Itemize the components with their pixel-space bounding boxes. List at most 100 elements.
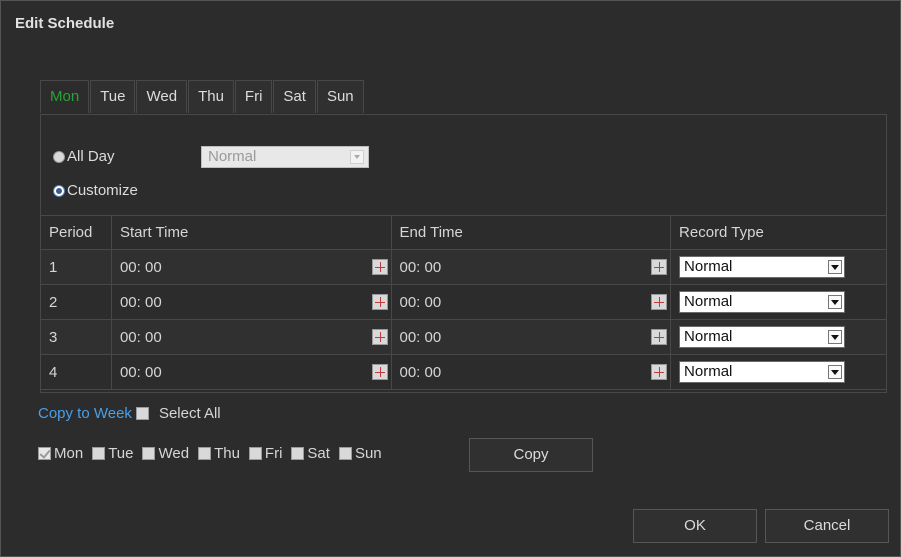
all-day-option[interactable]: All Day [53, 148, 115, 165]
end-time-input[interactable]: 00: 00 [400, 259, 442, 276]
checkbox-thu[interactable] [198, 447, 212, 460]
clock-icon[interactable] [371, 294, 388, 310]
record-type-select[interactable]: Normal [679, 256, 846, 278]
tab-thu[interactable]: Thu [188, 80, 234, 113]
checkbox-sun[interactable] [338, 447, 352, 460]
copy-day-thu[interactable]: Thu [198, 445, 240, 462]
table-header-row: Period Start Time End Time Record Type [40, 215, 887, 250]
copy-button[interactable]: Copy [469, 438, 593, 472]
day-label: Thu [214, 445, 240, 462]
start-time-input[interactable]: 00: 00 [120, 259, 162, 276]
day-tabs: Mon Tue Wed Thu Fri Sat Sun [40, 80, 365, 114]
chevron-down-icon[interactable] [828, 295, 843, 309]
clock-icon[interactable] [651, 364, 668, 380]
record-type-cell: Normal [670, 249, 887, 285]
end-time-input[interactable]: 00: 00 [400, 364, 442, 381]
all-day-radio[interactable] [53, 150, 65, 163]
day-label: Sat [307, 445, 330, 462]
clock-icon[interactable] [371, 364, 388, 380]
table-row: 4 00: 00 00: 00 Normal [40, 354, 887, 390]
copy-day-sun[interactable]: Sun [338, 445, 382, 462]
end-time-input[interactable]: 00: 00 [400, 294, 442, 311]
start-time-cell: 00: 00 [110, 249, 392, 285]
day-label: Tue [108, 445, 134, 462]
checkbox-tue[interactable] [92, 447, 106, 460]
day-label: Fri [264, 445, 283, 462]
customize-label: Customize [67, 182, 138, 199]
tab-sat[interactable]: Sat [273, 80, 316, 113]
record-type-value: Normal [684, 258, 733, 275]
col-end-time: End Time [390, 215, 672, 250]
table-row: 2 00: 00 00: 00 Normal [40, 284, 887, 320]
end-time-cell: 00: 00 [390, 319, 672, 355]
tab-fri[interactable]: Fri [234, 80, 273, 113]
start-time-cell: 00: 00 [110, 284, 392, 320]
checkbox-fri[interactable] [248, 447, 262, 460]
copy-to-week-row: Copy to Week Select All [38, 405, 221, 422]
select-all-label: Select All [158, 405, 221, 422]
col-start-time: Start Time [110, 215, 392, 250]
record-type-value: Normal [684, 363, 733, 380]
all-day-type-select: Normal [201, 146, 369, 168]
select-all-checkbox[interactable] [135, 407, 149, 420]
ok-button[interactable]: OK [633, 509, 757, 543]
checkbox-sat[interactable] [291, 447, 305, 460]
period-cell: 1 [40, 249, 112, 285]
period-cell: 4 [40, 354, 112, 390]
customize-radio[interactable] [53, 184, 65, 197]
end-time-input[interactable]: 00: 00 [400, 329, 442, 346]
copy-to-week-link[interactable]: Copy to Week [38, 405, 132, 422]
schedule-table: Period Start Time End Time Record Type 1… [40, 215, 887, 390]
record-type-select[interactable]: Normal [679, 291, 846, 313]
record-type-cell: Normal [670, 319, 887, 355]
clock-icon[interactable] [651, 329, 668, 345]
clock-icon[interactable] [371, 329, 388, 345]
day-label: Mon [54, 445, 84, 462]
dialog-title: Edit Schedule [15, 15, 115, 32]
chevron-down-icon [350, 150, 364, 164]
checkbox-wed[interactable] [142, 447, 156, 460]
clock-icon[interactable] [371, 259, 388, 275]
record-type-cell: Normal [670, 354, 887, 390]
checkbox-mon[interactable] [38, 447, 51, 460]
chevron-down-icon[interactable] [828, 260, 843, 274]
clock-icon[interactable] [651, 259, 668, 275]
copy-day-wed[interactable]: Wed [142, 445, 189, 462]
start-time-input[interactable]: 00: 00 [120, 329, 162, 346]
all-day-label: All Day [67, 148, 115, 165]
day-label: Sun [354, 445, 382, 462]
record-type-cell: Normal [670, 284, 887, 320]
record-type-select[interactable]: Normal [679, 326, 846, 348]
end-time-cell: 00: 00 [390, 354, 672, 390]
record-type-select[interactable]: Normal [679, 361, 846, 383]
start-time-input[interactable]: 00: 00 [120, 294, 162, 311]
period-cell: 3 [40, 319, 112, 355]
table-row: 3 00: 00 00: 00 Normal [40, 319, 887, 355]
end-time-cell: 00: 00 [390, 284, 672, 320]
tab-wed[interactable]: Wed [136, 80, 188, 113]
start-time-input[interactable]: 00: 00 [120, 364, 162, 381]
start-time-cell: 00: 00 [110, 319, 392, 355]
col-period: Period [40, 215, 112, 250]
tab-mon[interactable]: Mon [40, 80, 90, 113]
record-type-value: Normal [684, 328, 733, 345]
col-record-type: Record Type [670, 215, 887, 250]
tab-sun[interactable]: Sun [316, 80, 364, 113]
table-row: 1 00: 00 00: 00 Normal [40, 249, 887, 285]
copy-day-tue[interactable]: Tue [92, 445, 133, 462]
all-day-type-value: Normal [208, 148, 257, 165]
record-type-value: Normal [684, 293, 733, 310]
edit-schedule-dialog: Edit Schedule Mon Tue Wed Thu Fri Sat Su… [0, 0, 901, 557]
copy-days-row: Mon Tue Wed Thu Fri Sat Sun [38, 445, 391, 462]
tab-tue[interactable]: Tue [90, 80, 136, 113]
copy-day-mon[interactable]: Mon [38, 445, 83, 462]
clock-icon[interactable] [651, 294, 668, 310]
chevron-down-icon[interactable] [828, 330, 843, 344]
cancel-button[interactable]: Cancel [765, 509, 889, 543]
copy-day-fri[interactable]: Fri [248, 445, 283, 462]
copy-day-sat[interactable]: Sat [291, 445, 330, 462]
chevron-down-icon[interactable] [828, 365, 843, 379]
period-cell: 2 [40, 284, 112, 320]
customize-option[interactable]: Customize [53, 182, 138, 199]
day-label: Wed [158, 445, 190, 462]
